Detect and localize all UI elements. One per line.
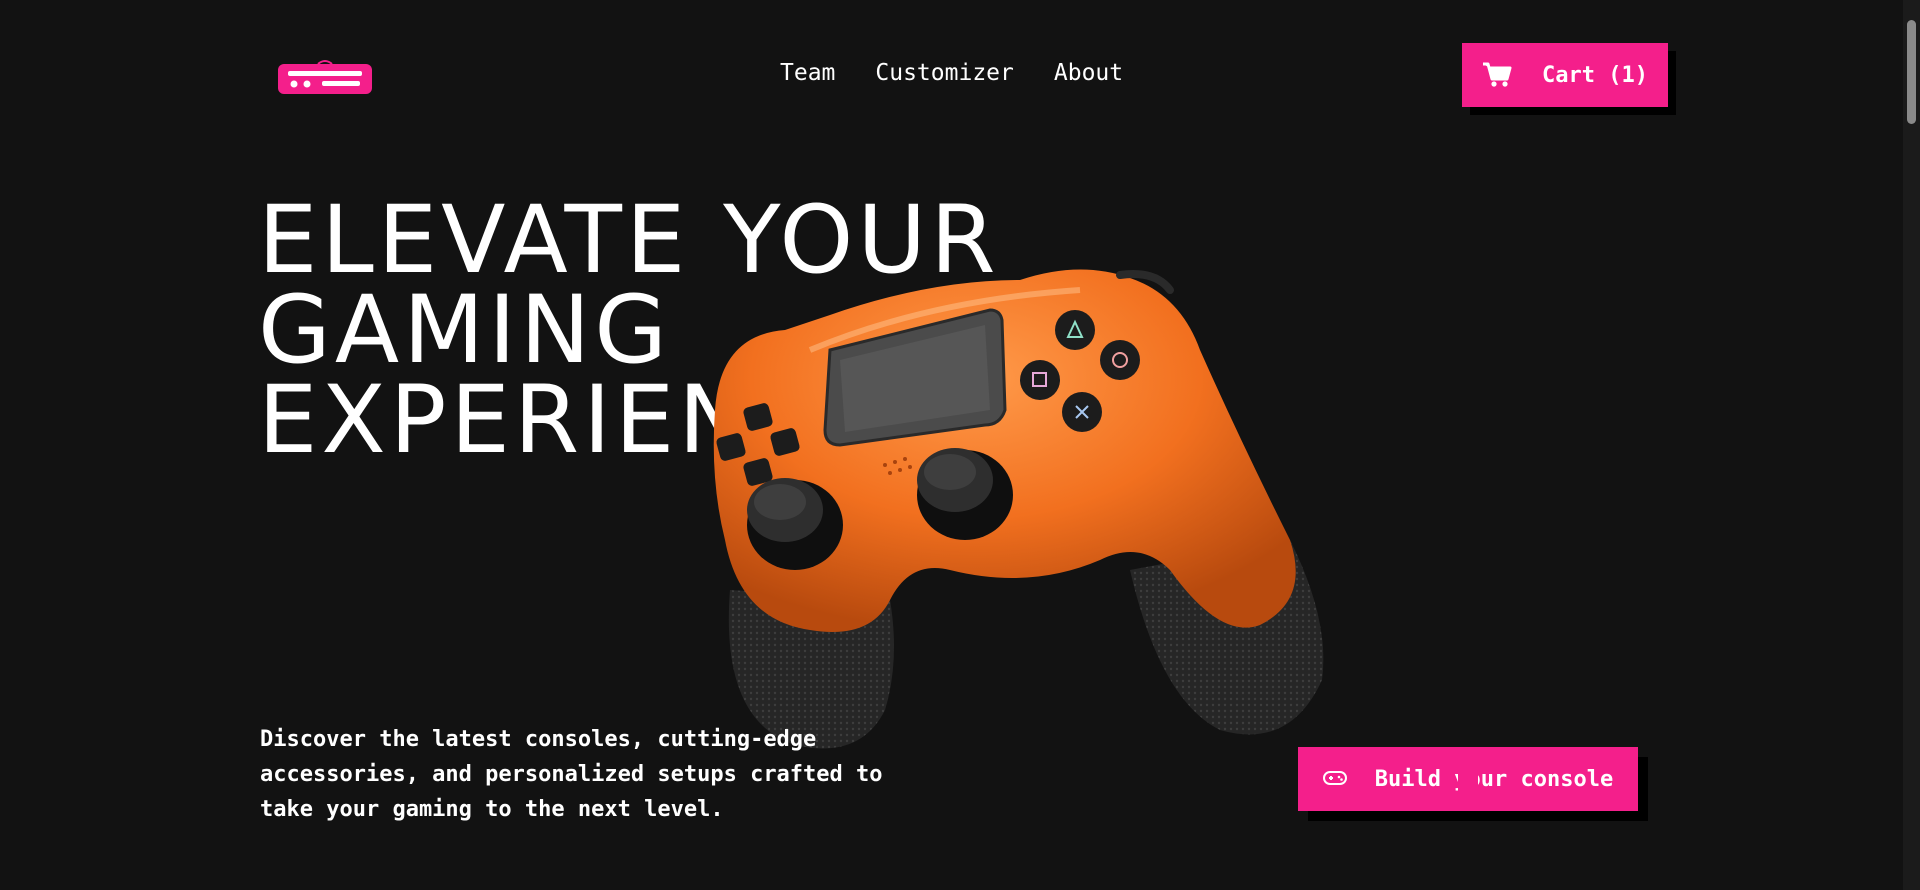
scrollbar-thumb[interactable] (1907, 20, 1916, 124)
build-console-button[interactable]: Build your console (1298, 747, 1638, 811)
gamepad-icon (1322, 767, 1347, 792)
nav-link-about[interactable]: About (1054, 60, 1123, 86)
page-scrollbar[interactable] (1903, 0, 1920, 890)
build-console-label: Build your console (1374, 766, 1614, 792)
hero-description: Discover the latest consoles, cutting-ed… (260, 727, 883, 822)
cart-label: Cart (1) (1542, 62, 1648, 88)
landing-page: Team Customizer About Cart (1) ELEVATE Y… (0, 0, 1920, 890)
console-logo-icon[interactable] (278, 58, 372, 94)
nav-link-customizer[interactable]: Customizer (875, 60, 1013, 86)
main-nav: Team Customizer About (780, 60, 1123, 86)
nav-link-team[interactable]: Team (780, 60, 835, 86)
shopping-cart-icon (1482, 62, 1512, 88)
cart-button[interactable]: Cart (1) (1462, 43, 1668, 107)
game-controller-image (713, 269, 1324, 749)
